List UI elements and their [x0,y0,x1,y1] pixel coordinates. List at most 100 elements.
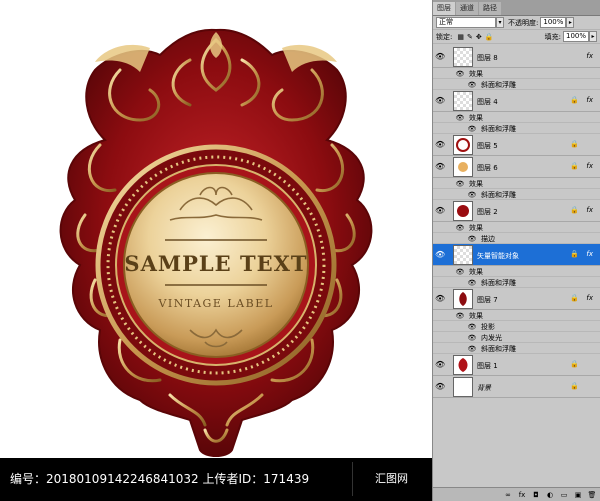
layer-fx-icon[interactable]: fx [586,206,593,214]
layer-name: 图层 4 [477,98,498,106]
layer-row[interactable]: 👁 图层 7 🔒 fx [433,288,600,310]
lock-position-icon[interactable]: ✥ [476,33,482,41]
effects-eye-icon[interactable]: 👁 [455,311,465,321]
effects-row[interactable]: 👁 效果 [433,178,600,189]
visibility-eye-icon[interactable]: 👁 [435,382,445,392]
opacity-arrow-icon[interactable]: ▸ [566,17,575,28]
effect-eye-icon[interactable]: 👁 [467,278,477,288]
effect-item[interactable]: 👁 描边 [433,233,600,244]
effect-eye-icon[interactable]: 👁 [467,344,477,354]
layer-lock-icon: 🔒 [570,382,579,390]
layer-row[interactable]: 👁 背景 🔒 [433,376,600,398]
blend-row: 正常 ▾ 不透明度: 100% ▸ [433,16,600,30]
effect-eye-icon[interactable]: 👁 [467,124,477,134]
label-sub-text: VINTAGE LABEL [157,297,273,310]
visibility-eye-icon[interactable]: 👁 [435,206,445,216]
effects-eye-icon[interactable]: 👁 [455,267,465,277]
mask-icon[interactable]: ◘ [531,491,541,499]
layer-lock-icon: 🔒 [570,294,579,302]
effects-eye-icon[interactable]: 👁 [455,69,465,79]
layer-thumbnail [453,289,473,309]
effects-eye-icon[interactable]: 👁 [455,113,465,123]
lock-all-icon[interactable]: 🔒 [485,33,494,41]
chevron-down-icon[interactable]: ▾ [496,17,504,28]
lock-pixels-icon[interactable]: ✎ [467,33,473,41]
layer-fx-icon[interactable]: fx [586,52,593,60]
effect-item[interactable]: 👁 投影 [433,321,600,332]
effect-eye-icon[interactable]: 👁 [467,322,477,332]
effect-eye-icon[interactable]: 👁 [467,234,477,244]
effect-label: 斜面和浮雕 [481,279,516,287]
fill-arrow-icon[interactable]: ▸ [589,31,597,42]
layer-lock-icon: 🔒 [570,250,579,258]
label-main-text: SAMPLE TEXT [124,251,307,276]
effects-row[interactable]: 👁 效果 [433,68,600,79]
effect-label: 投影 [481,323,495,331]
visibility-eye-icon[interactable]: 👁 [435,96,445,106]
effect-item[interactable]: 👁 斜面和浮雕 [433,123,600,134]
tab-channels[interactable]: 通道 [456,2,478,15]
visibility-eye-icon[interactable]: 👁 [435,52,445,62]
layer-lock-icon: 🔒 [570,162,579,170]
effects-eye-icon[interactable]: 👁 [455,223,465,233]
layer-row[interactable]: 👁 图层 1 🔒 [433,354,600,376]
layer-lock-icon: 🔒 [570,140,579,148]
visibility-eye-icon[interactable]: 👁 [435,250,445,260]
tab-layers[interactable]: 图层 [433,2,455,15]
folder-icon[interactable]: ▭ [559,491,569,499]
layers-list: 👁 图层 8 fx 👁 效果 👁 斜面和浮雕 👁 图层 4 🔒 fx 👁 效果 👁 斜面和浮雕 👁 图层 5 🔒 👁… [433,46,600,487]
effect-eye-icon[interactable]: 👁 [467,80,477,90]
effects-label: 效果 [469,224,483,232]
visibility-eye-icon[interactable]: 👁 [435,140,445,150]
layer-row[interactable]: 👁 矢量智能对象 🔒 fx [433,244,600,266]
layer-row[interactable]: 👁 图层 6 🔒 fx [433,156,600,178]
fill-field[interactable]: 100% [563,31,589,42]
link-icon[interactable]: ∞ [503,491,513,499]
effect-item[interactable]: 👁 内发光 [433,332,600,343]
layer-fx-icon[interactable]: fx [586,162,593,170]
effect-eye-icon[interactable]: 👁 [467,190,477,200]
layer-fx-icon[interactable]: fx [586,294,593,302]
layer-name: 图层 6 [477,164,498,172]
layer-fx-icon[interactable]: fx [586,250,593,258]
layer-fx-icon[interactable]: fx [586,96,593,104]
blend-mode-select[interactable]: 正常 [436,17,496,28]
visibility-eye-icon[interactable]: 👁 [435,162,445,172]
effects-row[interactable]: 👁 效果 [433,112,600,123]
adjustment-icon[interactable]: ◐ [545,491,555,499]
document-canvas[interactable]: SAMPLE TEXT VINTAGE LABEL [0,0,432,501]
lock-transparency-icon[interactable]: ▦ [457,33,464,41]
visibility-eye-icon[interactable]: 👁 [435,360,445,370]
effect-item[interactable]: 👁 斜面和浮雕 [433,343,600,354]
effects-eye-icon[interactable]: 👁 [455,179,465,189]
effect-label: 斜面和浮雕 [481,81,516,89]
effects-row[interactable]: 👁 效果 [433,222,600,233]
layer-row[interactable]: 👁 图层 2 🔒 fx [433,200,600,222]
effects-row[interactable]: 👁 效果 [433,310,600,321]
layer-row[interactable]: 👁 图层 5 🔒 [433,134,600,156]
effects-label: 效果 [469,114,483,122]
effects-row[interactable]: 👁 效果 [433,266,600,277]
opacity-field[interactable]: 100% [540,17,567,28]
watermark-text: 编号：20180109142246841032 上传者ID：171439 [10,472,310,486]
layer-name: 图层 1 [477,362,498,370]
layer-thumbnail [453,355,473,375]
effect-eye-icon[interactable]: 👁 [467,333,477,343]
layer-row[interactable]: 👁 图层 8 fx [433,46,600,68]
panel-tabs: 图层 通道 路径 [433,0,600,16]
tab-paths[interactable]: 路径 [479,2,501,15]
fx-icon[interactable]: fx [517,491,527,499]
layer-name: 背景 [477,384,491,392]
effects-label: 效果 [469,268,483,276]
effect-item[interactable]: 👁 斜面和浮雕 [433,189,600,200]
effect-label: 内发光 [481,334,502,342]
trash-icon[interactable]: 🗑 [587,491,597,499]
effect-item[interactable]: 👁 斜面和浮雕 [433,277,600,288]
effect-label: 斜面和浮雕 [481,125,516,133]
effect-label: 描边 [481,235,495,243]
effect-item[interactable]: 👁 斜面和浮雕 [433,79,600,90]
new-layer-icon[interactable]: ▣ [573,491,583,499]
layer-row[interactable]: 👁 图层 4 🔒 fx [433,90,600,112]
visibility-eye-icon[interactable]: 👁 [435,294,445,304]
layer-lock-icon: 🔒 [570,206,579,214]
